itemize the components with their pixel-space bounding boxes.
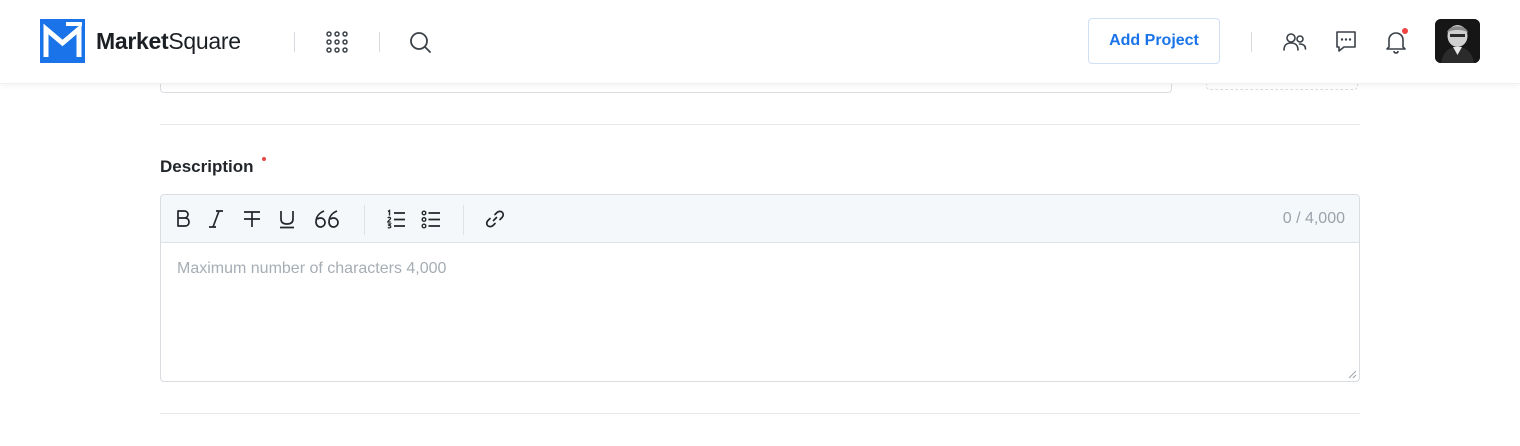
brand-name: MarketSquare bbox=[96, 28, 241, 55]
header-divider bbox=[379, 32, 380, 52]
bold-icon bbox=[177, 210, 190, 227]
user-avatar[interactable] bbox=[1435, 19, 1480, 63]
section-divider bbox=[160, 124, 1360, 125]
bullet-list-button[interactable] bbox=[420, 207, 442, 231]
ordered-list-icon bbox=[387, 209, 405, 229]
italic-icon bbox=[209, 210, 223, 228]
apps-grid-icon bbox=[326, 31, 348, 53]
bold-button[interactable] bbox=[173, 207, 193, 231]
notification-badge-dot bbox=[1402, 28, 1408, 34]
apps-grid-button[interactable] bbox=[325, 30, 349, 54]
messages-button[interactable] bbox=[1334, 29, 1358, 55]
search-icon bbox=[410, 32, 431, 53]
search-button[interactable] bbox=[408, 30, 432, 54]
editor-toolbar: 0 / 4,000 bbox=[161, 195, 1359, 243]
resize-handle-icon[interactable] bbox=[1347, 369, 1357, 379]
quote-button[interactable] bbox=[313, 207, 341, 231]
brand-logo[interactable]: MarketSquare bbox=[40, 19, 241, 63]
strikethrough-button[interactable] bbox=[241, 207, 263, 231]
required-indicator bbox=[262, 157, 266, 161]
underline-icon bbox=[280, 211, 294, 229]
bullet-list-icon bbox=[421, 210, 440, 229]
top-navbar: MarketSquare Add Project bbox=[0, 0, 1520, 84]
italic-button[interactable] bbox=[206, 207, 226, 231]
header-divider bbox=[1251, 32, 1252, 52]
notifications-button[interactable] bbox=[1385, 28, 1408, 55]
quote-icon bbox=[315, 210, 339, 228]
brand-name-bold: Market bbox=[96, 27, 169, 54]
section-divider bbox=[160, 413, 1360, 414]
description-label: Description bbox=[160, 157, 254, 176]
character-counter: 0 / 4,000 bbox=[1282, 210, 1345, 227]
add-project-button[interactable]: Add Project bbox=[1088, 18, 1220, 64]
underline-button[interactable] bbox=[277, 207, 297, 231]
link-icon bbox=[485, 210, 505, 228]
brand-name-light: Square bbox=[168, 27, 241, 54]
link-button[interactable] bbox=[484, 207, 506, 231]
users-button[interactable] bbox=[1282, 29, 1308, 55]
description-editor: 0 / 4,000 Maximum number of characters 4… bbox=[160, 194, 1360, 382]
users-icon bbox=[1283, 33, 1307, 51]
description-textarea-placeholder[interactable]: Maximum number of characters 4,000 bbox=[177, 260, 446, 278]
strikethrough-icon bbox=[244, 211, 260, 227]
marketsquare-logo-icon bbox=[40, 19, 85, 63]
toolbar-divider bbox=[364, 205, 365, 235]
avatar-image bbox=[1435, 19, 1480, 63]
toolbar-divider bbox=[463, 205, 464, 235]
chat-icon bbox=[1336, 31, 1356, 52]
header-divider bbox=[294, 32, 295, 52]
ordered-list-button[interactable] bbox=[385, 207, 407, 231]
